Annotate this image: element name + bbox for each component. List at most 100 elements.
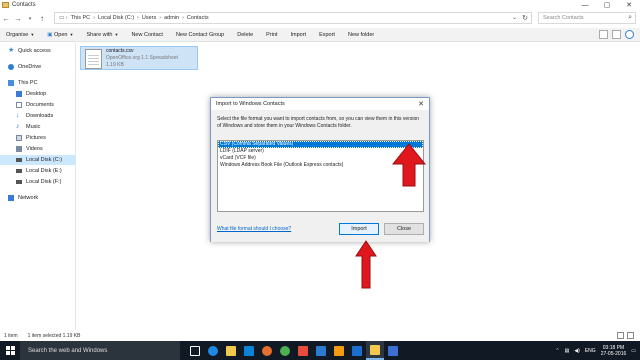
address-dropdown-icon[interactable]: ⌄	[512, 14, 517, 21]
back-icon[interactable]: ←	[0, 13, 12, 25]
chevron-right-icon: ›	[93, 15, 95, 21]
start-button[interactable]	[0, 341, 20, 360]
share-with-button[interactable]: Share with ▼	[86, 32, 118, 38]
sidebar-item-local-disk-c[interactable]: Local Disk (C:)	[0, 155, 76, 165]
minimize-button[interactable]: —	[574, 0, 596, 10]
network-tray-icon[interactable]: ▤	[565, 348, 570, 354]
navigation-pane: ★ Quick access OneDrive This PC Desktop …	[0, 43, 76, 330]
breadcrumb-item[interactable]: Contacts	[187, 15, 209, 21]
dialog-title: Import to Windows Contacts	[216, 101, 285, 107]
sidebar-item-network[interactable]: Network	[0, 193, 76, 203]
firefox-icon[interactable]	[258, 341, 276, 360]
new-contact-button[interactable]: New Contact	[131, 32, 163, 38]
delete-button[interactable]: Delete	[237, 32, 253, 38]
notifications-icon[interactable]: ▭	[631, 348, 636, 354]
sidebar-item-local-disk-e[interactable]: Local Disk (E:)	[0, 166, 76, 176]
language-indicator[interactable]: ENG	[585, 348, 596, 354]
store-icon[interactable]	[240, 341, 258, 360]
app-icon[interactable]	[294, 341, 312, 360]
breadcrumb-item[interactable]: Users	[142, 15, 156, 21]
sidebar-item-videos[interactable]: Videos	[0, 144, 76, 154]
chrome-glyph	[280, 345, 290, 356]
dialog-close-icon[interactable]: ✕	[418, 100, 424, 108]
up-icon[interactable]: ↑	[36, 13, 48, 25]
close-button-dialog[interactable]: Close	[384, 223, 424, 235]
change-view-icon[interactable]	[599, 30, 608, 39]
taskbar-search[interactable]: Search the web and Windows	[20, 341, 180, 360]
breadcrumb-item[interactable]: Local Disk (C:)	[98, 15, 134, 21]
chevron-right-icon: ›	[182, 15, 184, 21]
file-explorer-icon[interactable]	[222, 341, 240, 360]
import-button[interactable]: Import	[290, 32, 306, 38]
help-icon[interactable]	[625, 30, 634, 39]
new-contact-group-button[interactable]: New Contact Group	[176, 32, 224, 38]
preview-pane-icon[interactable]	[612, 30, 621, 39]
details-view-icon[interactable]	[617, 332, 624, 339]
sidebar-item-documents[interactable]: Documents	[0, 100, 76, 110]
folder-icon	[2, 2, 9, 8]
sidebar-item-downloads[interactable]: ↓ Downloads	[0, 111, 76, 121]
volume-icon[interactable]: ◀)	[574, 348, 580, 354]
recent-dropdown-icon[interactable]: ▾	[24, 13, 36, 25]
app-icon[interactable]	[312, 341, 330, 360]
sidebar-item-pictures[interactable]: Pictures	[0, 133, 76, 143]
file-item[interactable]: contacts.csv OpenOffice.org 1.1 Spreadsh…	[80, 46, 198, 70]
contacts-window-icon[interactable]	[366, 341, 384, 360]
desktop-icon	[16, 91, 22, 97]
open-button[interactable]: ▣ Open ▼	[47, 32, 73, 38]
export-button[interactable]: Export	[319, 32, 335, 38]
vlc-glyph	[334, 345, 344, 356]
sidebar-item-desktop[interactable]: Desktop	[0, 89, 76, 99]
search-input[interactable]: Search Contacts ⌕	[538, 12, 636, 24]
sidebar-item-quick-access[interactable]: ★ Quick access	[0, 46, 76, 56]
file-details: contacts.csv OpenOffice.org 1.1 Spreadsh…	[106, 48, 178, 69]
large-icons-view-icon[interactable]	[627, 332, 634, 339]
forward-icon[interactable]: →	[12, 13, 24, 25]
sidebar-item-onedrive[interactable]: OneDrive	[0, 62, 76, 72]
item-count: 1 item	[4, 333, 18, 339]
task-view-icon[interactable]	[186, 341, 204, 360]
taskbar-apps	[186, 341, 402, 360]
disk-icon	[16, 169, 22, 173]
app-glyph	[388, 345, 398, 356]
chevron-right-icon: ›	[137, 15, 139, 21]
chevron-up-icon[interactable]: ⌃	[555, 348, 559, 354]
chrome-icon[interactable]	[276, 341, 294, 360]
search-icon: ⌕	[628, 14, 632, 21]
app-icon[interactable]	[384, 341, 402, 360]
app-glyph	[316, 345, 326, 356]
new-folder-button[interactable]: New folder	[348, 32, 374, 38]
window-title: Contacts	[12, 2, 36, 8]
videos-icon	[16, 146, 22, 152]
chevron-down-icon: ▼	[69, 31, 74, 37]
downloads-icon: ↓	[16, 112, 20, 119]
chevron-right-icon: ›	[159, 15, 162, 21]
sidebar-item-local-disk-f[interactable]: Local Disk (F:)	[0, 177, 76, 187]
format-help-link[interactable]: What file format should I choose?	[217, 226, 291, 232]
title-bar: Contacts — ▢ ✕	[0, 0, 640, 10]
refresh-icon[interactable]: ↻	[522, 14, 528, 22]
search-placeholder: Search Contacts	[543, 15, 584, 21]
close-button[interactable]: ✕	[618, 0, 640, 10]
organise-button[interactable]: Organise ▼	[6, 32, 34, 38]
address-bar[interactable]: ▭ › This PC › Local Disk (C:) › Users › …	[54, 12, 532, 24]
import-button-dialog[interactable]: Import	[339, 223, 379, 235]
print-button[interactable]: Print	[266, 32, 277, 38]
breadcrumb-item[interactable]: admin	[164, 15, 179, 21]
sidebar-item-music[interactable]: ♪ Music	[0, 122, 76, 132]
breadcrumb-item[interactable]: This PC	[71, 15, 91, 21]
sidebar-item-this-pc[interactable]: This PC	[0, 78, 76, 88]
system-tray: ⌃ ▤ ◀) ENG 03:18 PM 27-05-2016 ▭	[555, 341, 636, 360]
status-bar: 1 item 1 item selected 1.19 KB	[0, 331, 640, 341]
maximize-button[interactable]: ▢	[596, 0, 618, 10]
vlc-icon[interactable]	[330, 341, 348, 360]
star-icon: ★	[8, 47, 15, 54]
view-toggle	[617, 332, 634, 339]
contacts-window-glyph	[370, 344, 380, 355]
chevron-down-icon: ▼	[30, 31, 35, 37]
edge-icon[interactable]	[204, 341, 222, 360]
clock[interactable]: 03:18 PM 27-05-2016	[601, 345, 627, 357]
app-icon[interactable]	[348, 341, 366, 360]
address-row: ← → ▾ ↑ ▭ › This PC › Local Disk (C:) › …	[0, 11, 640, 26]
disk-icon	[16, 158, 22, 162]
